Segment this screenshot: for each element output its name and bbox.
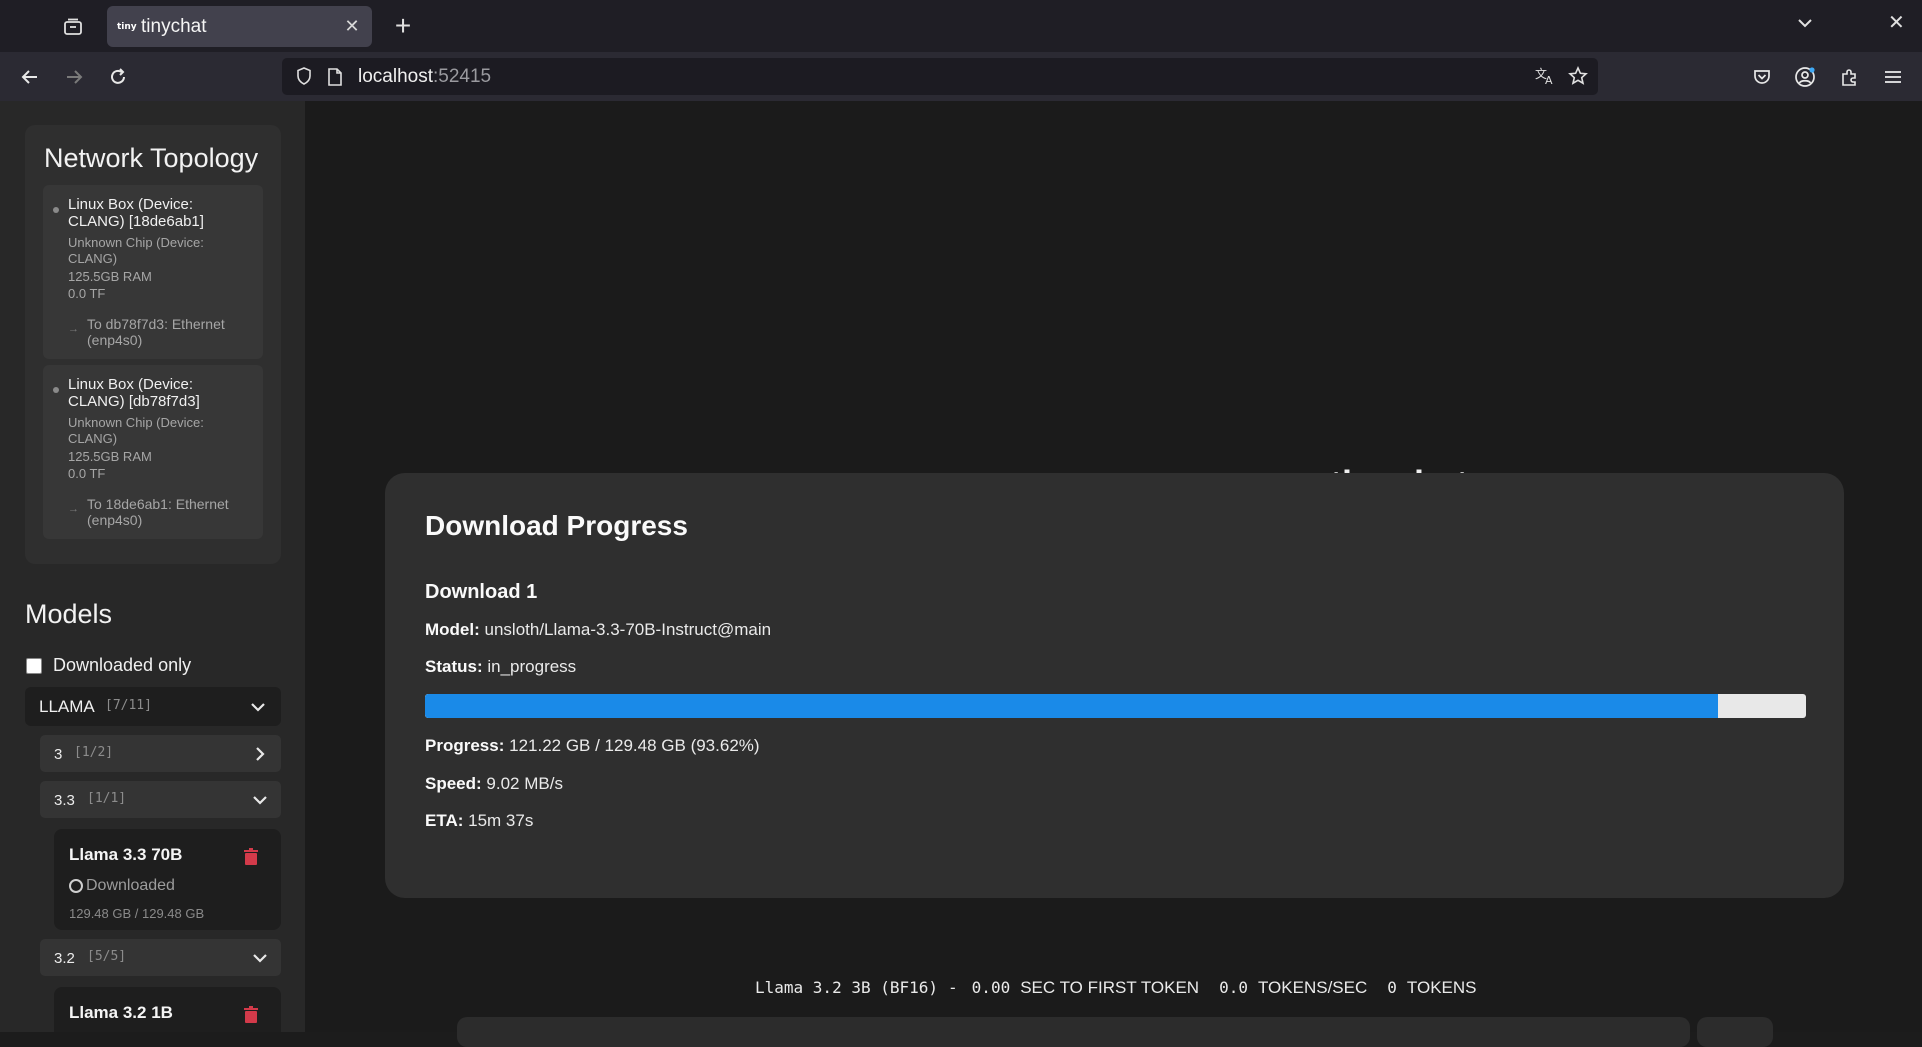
subgroup-count: [1/1] — [87, 791, 127, 806]
url-text[interactable]: localhost:52415 — [358, 66, 491, 88]
reload-icon[interactable] — [103, 62, 133, 92]
node-ram: 125.5GB RAM — [68, 269, 152, 284]
page-info-icon[interactable] — [326, 67, 344, 92]
node-name: Linux Box (Device: CLANG) [db78f7d3] — [68, 376, 200, 410]
tokens-value: 0 — [1387, 978, 1397, 997]
models-title: Models — [25, 599, 113, 629]
topology-title: Network Topology — [44, 143, 259, 173]
chevron-down-icon — [249, 698, 267, 721]
browser-nav-bar: localhost:52415 文A — [0, 52, 1922, 101]
model-size: 129.48 GB / 129.48 GB — [69, 906, 205, 921]
subgroup-name: 3 — [54, 746, 63, 763]
tab-title: tinychat — [141, 15, 207, 37]
connection-arrow-icon: → — [68, 503, 79, 515]
extensions-puzzle-icon[interactable] — [1835, 62, 1865, 92]
sidebar: Network Topology Linux Box (Device: CLAN… — [0, 101, 305, 1032]
chevron-down-icon — [251, 791, 269, 814]
inference-stats-bar: Llama 3.2 3B (BF16) - 0.00 SEC TO FIRST … — [755, 978, 1477, 998]
bookmark-star-icon[interactable] — [1568, 66, 1588, 91]
node-connection: To 18de6ab1: Ethernet (enp4s0) — [87, 496, 229, 528]
download-model-row: Model: unsloth/Llama-3.3-70B-Instruct@ma… — [425, 620, 772, 639]
group-count: [7/11] — [105, 698, 152, 713]
subgroup-count: [5/5] — [87, 949, 127, 964]
model-subgroup-3-3[interactable]: 3.3 [1/1] — [40, 781, 281, 818]
pocket-icon[interactable] — [1747, 62, 1777, 92]
node-ram: 125.5GB RAM — [68, 449, 152, 464]
model-name: Llama 3.3 70B — [69, 845, 183, 864]
translate-icon[interactable]: 文A — [1534, 66, 1556, 91]
model-status-text: Downloaded — [86, 877, 175, 894]
tps-value: 0.0 — [1219, 978, 1248, 997]
downloaded-only-label: Downloaded only — [53, 655, 192, 675]
ttft-value: 0.00 — [971, 978, 1011, 997]
tab-list-chevron-icon[interactable] — [1796, 14, 1814, 37]
stats-separator: - — [948, 978, 958, 997]
svg-text:A: A — [1545, 74, 1553, 86]
node-connection: To db78f7d3: Ethernet (enp4s0) — [87, 316, 225, 348]
main-area: tinychat Download Progress Download 1 Mo… — [305, 101, 1922, 1047]
network-topology-panel: Network Topology Linux Box (Device: CLAN… — [25, 125, 281, 564]
modal-title: Download Progress — [425, 510, 688, 541]
subgroup-name: 3.3 — [54, 792, 75, 809]
node-tflops: 0.0 TF — [68, 466, 106, 481]
tps-label: TOKENS/SEC — [1257, 978, 1368, 997]
download-speed-row: Speed: 9.02 MB/s — [425, 774, 563, 793]
model-card-llama-3-3-70b[interactable]: Llama 3.3 70B Downloaded 129.48 GB / 129… — [54, 829, 281, 930]
url-bar[interactable]: localhost:52415 文A — [282, 58, 1598, 95]
node-tflops: 0.0 TF — [68, 286, 106, 301]
download-progress-fill — [425, 694, 1718, 718]
connection-arrow-icon: → — [68, 323, 79, 335]
node-status-dot-icon — [53, 387, 59, 393]
topology-node: Linux Box (Device: CLANG) [18de6ab1] Unk… — [43, 185, 263, 359]
node-chip: Unknown Chip (Device: CLANG) — [68, 415, 204, 446]
topology-node: Linux Box (Device: CLANG) [db78f7d3] Unk… — [43, 365, 263, 539]
download-eta-row: ETA: 15m 37s — [425, 811, 534, 830]
download-item-title: Download 1 — [425, 581, 538, 603]
current-model-label: Llama 3.2 3B (BF16) — [755, 978, 939, 997]
downloaded-only-toggle[interactable]: Downloaded only — [26, 655, 191, 676]
node-name: Linux Box (Device: CLANG) [18de6ab1] — [68, 196, 204, 230]
tinychat-app: Network Topology Linux Box (Device: CLAN… — [0, 101, 1922, 1047]
download-progress-row: Progress: 121.22 GB / 129.48 GB (93.62%) — [425, 736, 760, 755]
downloaded-only-checkbox[interactable] — [26, 657, 42, 674]
chat-input[interactable] — [457, 1017, 1690, 1047]
delete-trash-icon[interactable] — [243, 848, 259, 871]
model-subgroup-3[interactable]: 3 [1/2] — [40, 735, 281, 772]
tokens-label: TOKENS — [1406, 978, 1477, 997]
close-tab-icon[interactable]: ✕ — [342, 16, 362, 37]
tab-favicon-icon: tiny — [117, 21, 137, 32]
new-tab-icon[interactable]: + — [388, 10, 418, 42]
tracking-shield-icon[interactable] — [294, 66, 314, 91]
hamburger-menu-icon[interactable] — [1878, 62, 1908, 92]
download-progress-bar — [425, 694, 1806, 718]
subgroup-count: [1/2] — [74, 745, 114, 760]
node-chip: Unknown Chip (Device: CLANG) — [68, 235, 204, 266]
model-status: Downloaded — [69, 877, 175, 895]
browser-tab[interactable]: tiny tinychat ✕ — [107, 6, 372, 47]
chevron-down-icon — [251, 949, 269, 972]
node-status-dot-icon — [53, 207, 59, 213]
send-button[interactable] — [1697, 1017, 1773, 1047]
status-ring-icon — [69, 879, 83, 893]
chevron-right-icon — [251, 745, 269, 768]
window-close-icon[interactable]: ✕ — [1888, 10, 1905, 35]
download-status-row: Status: in_progress — [425, 657, 577, 676]
back-arrow-icon[interactable] — [15, 62, 45, 92]
forward-arrow-icon[interactable] — [59, 62, 89, 92]
account-icon[interactable] — [1790, 62, 1820, 92]
browser-tab-bar: tiny tinychat ✕ + ✕ — [0, 0, 1922, 52]
model-name: Llama 3.2 1B — [69, 1003, 173, 1022]
subgroup-name: 3.2 — [54, 950, 75, 967]
model-subgroup-3-2[interactable]: 3.2 [5/5] — [40, 939, 281, 976]
download-progress-modal: Download Progress Download 1 Model: unsl… — [385, 473, 1844, 898]
ttft-label: SEC TO FIRST TOKEN — [1020, 978, 1200, 997]
model-card-llama-3-2-1b[interactable]: Llama 3.2 1B — [54, 987, 281, 1032]
model-group-llama[interactable]: LLAMA [7/11] — [25, 687, 281, 726]
group-name: LLAMA — [39, 697, 95, 716]
delete-trash-icon[interactable] — [243, 1006, 259, 1029]
firefox-view-icon[interactable] — [58, 12, 88, 42]
